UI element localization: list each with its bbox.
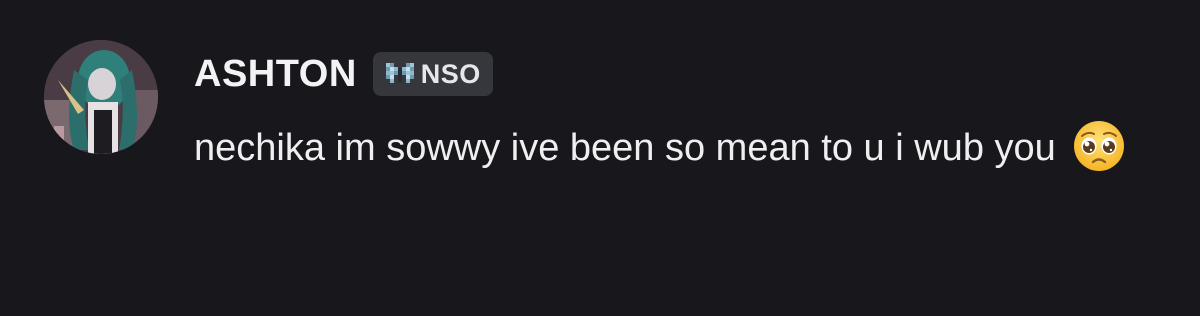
pleading-face-emoji [1072,119,1126,173]
message-header: ASHTON NSO [194,48,493,100]
username[interactable]: ASHTON [194,48,357,100]
server-tag[interactable]: NSO [372,52,493,96]
message-content: nechika im sowwy ive been so mean to u i… [194,118,1154,178]
avatar[interactable] [44,40,158,154]
server-tag-label: NSO [420,58,481,89]
chat-message: ASHTON NSO nechika im sowwy ive been so … [0,0,1200,316]
message-text: nechika im sowwy ive been so mean to u i… [194,127,1056,169]
avatar-image [44,40,158,154]
butterfly-icon [385,63,414,83]
